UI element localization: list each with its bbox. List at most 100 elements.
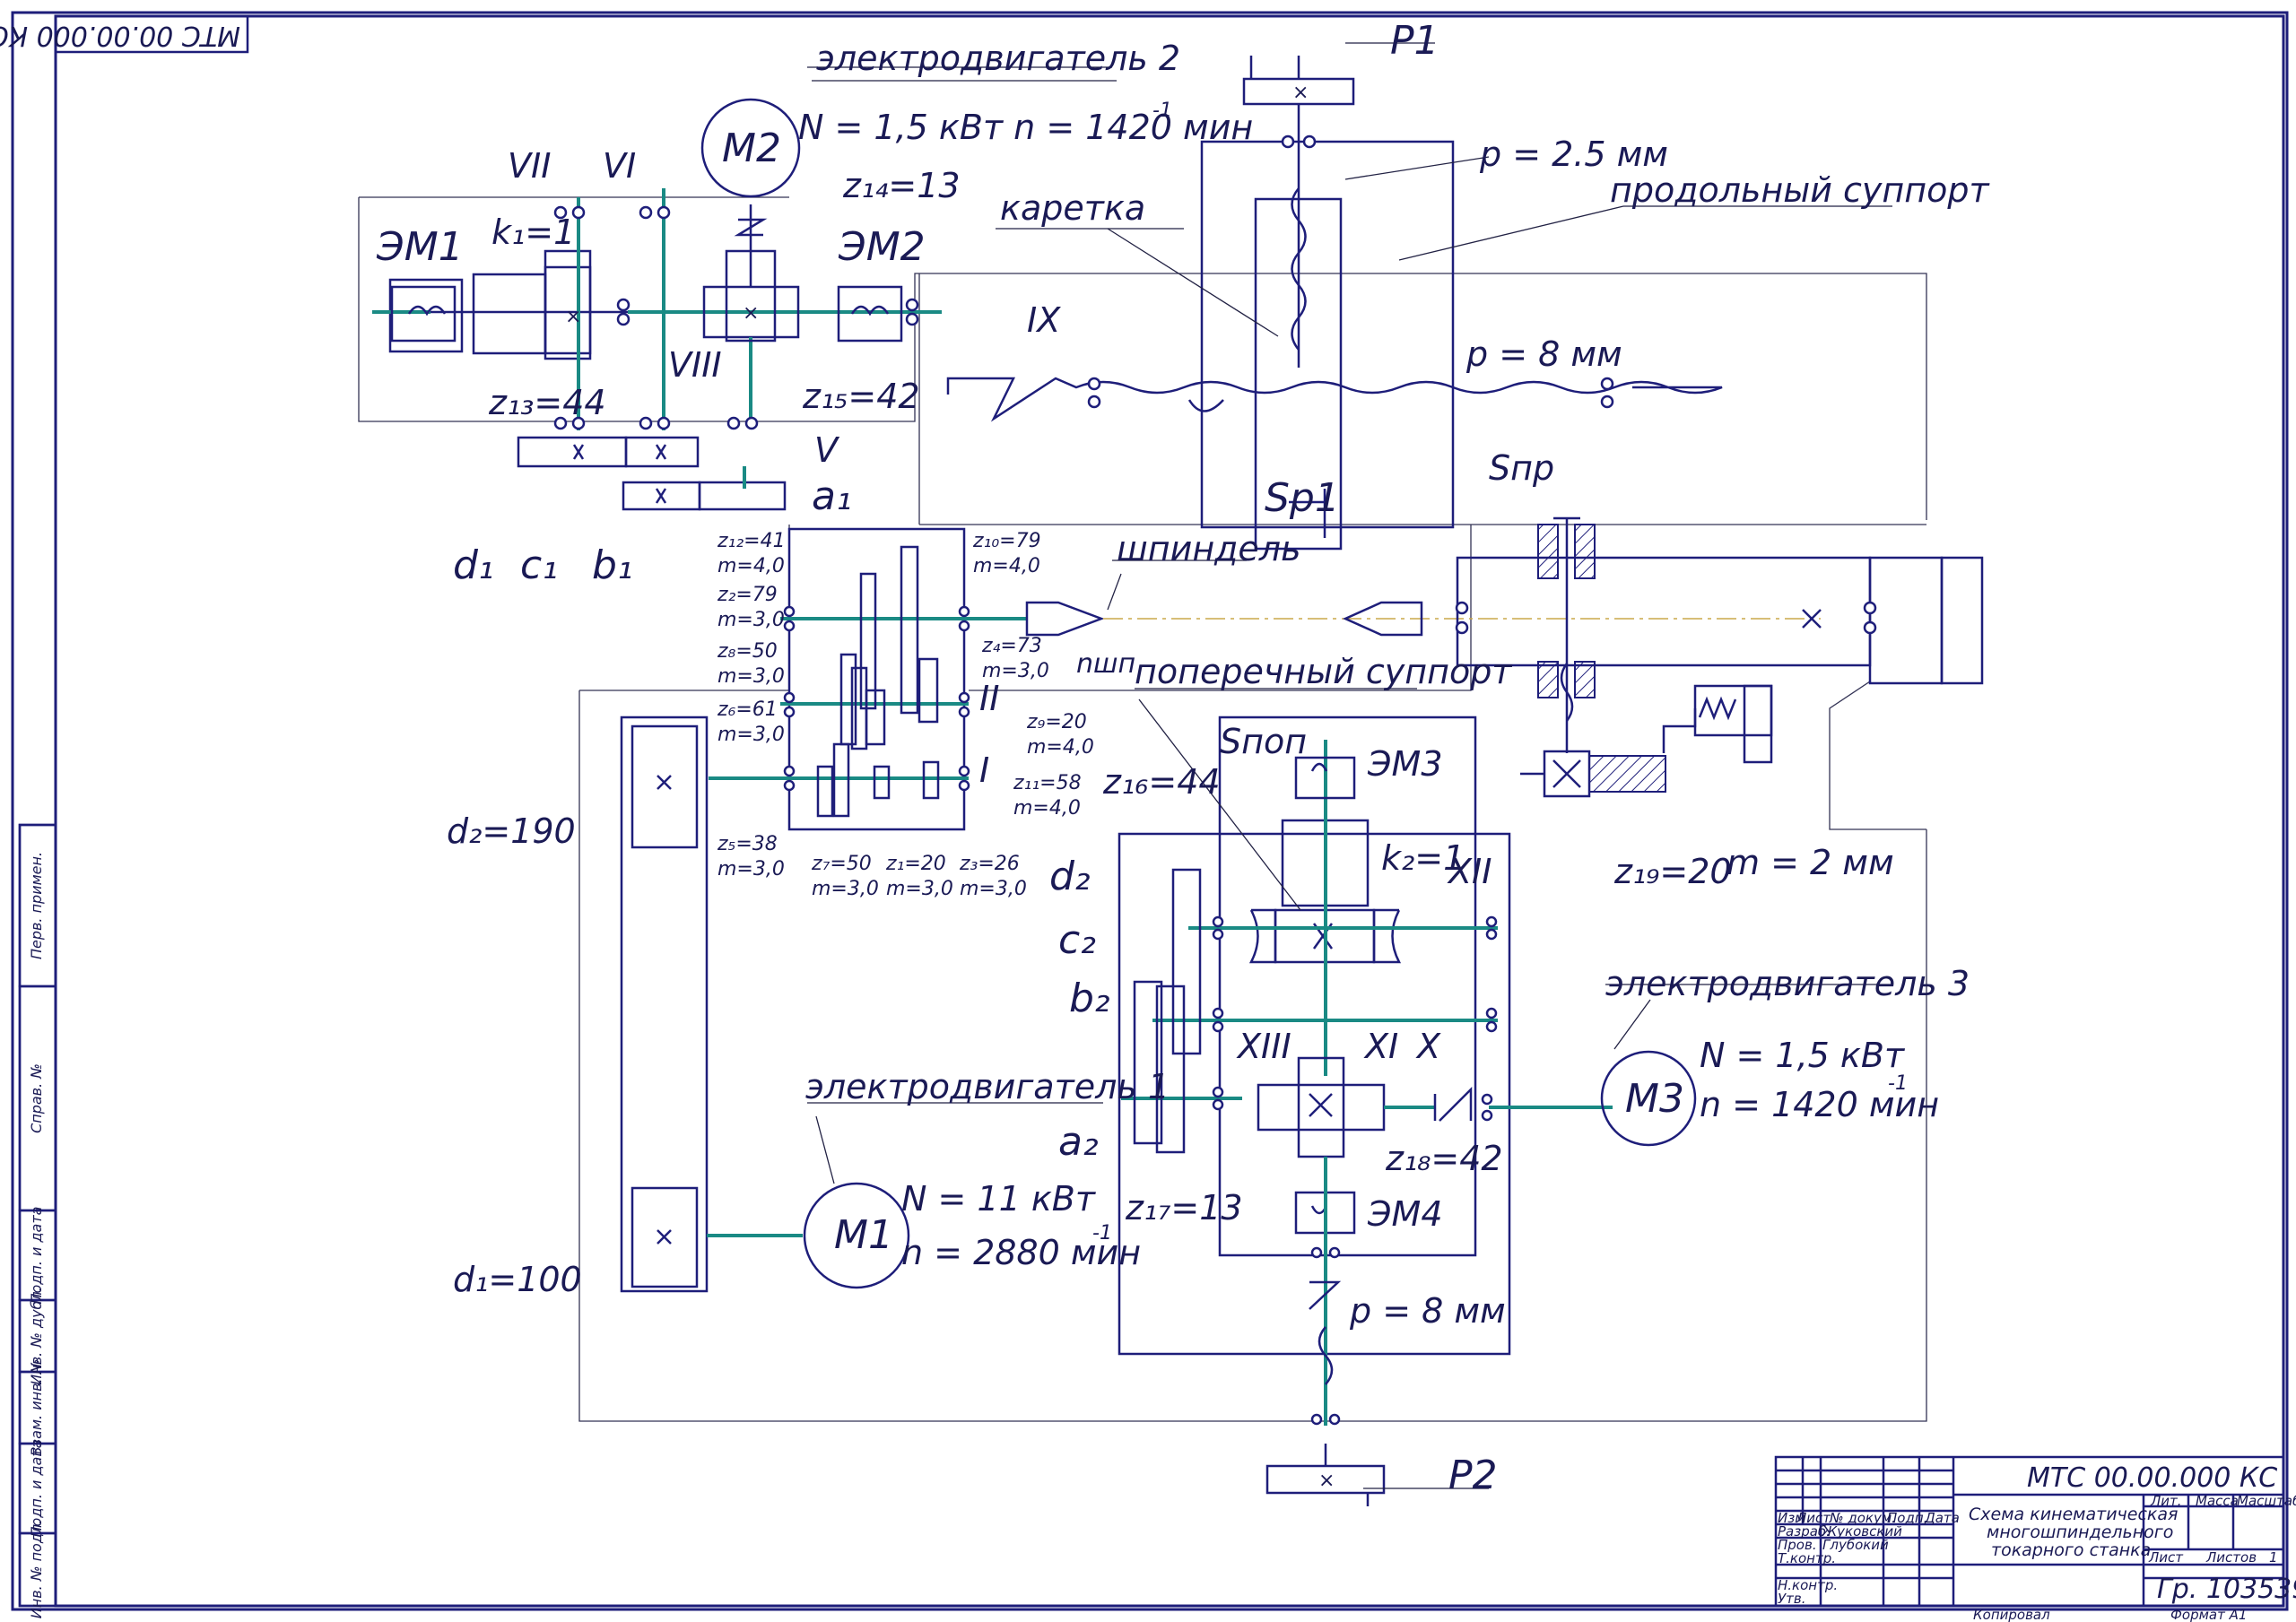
z18-label: z₁₈=42 [1385,1139,1503,1178]
cross-mark: × [1318,1470,1335,1492]
sp1-label: Sp1 [1265,475,1340,521]
lead-screw-top [946,377,1723,422]
motor2-exp: -1 [1152,100,1172,122]
gear-z6: z₆=61 [717,698,778,721]
gear-z10: z₁₀=79 [972,530,1041,552]
belt-drive: М1 [620,716,910,1293]
nsp-label: nшп [1076,648,1135,680]
gear-z8-module: m=3,0 [718,665,785,688]
k1-label: k₁=1 [491,213,575,252]
z15-label: z₁₅=42 [802,377,920,416]
em2-label: ЭМ2 [838,224,926,270]
gear-z6-module: m=3,0 [718,724,785,746]
motor1-title: электродвигатель 1 [805,1067,1170,1106]
d1-label: d₁ [453,542,494,588]
d1-100-label: d₁=100 [453,1260,582,1299]
gear-z4-module: m=3,0 [982,660,1049,682]
motor1-exp: -1 [1092,1222,1112,1245]
roman-11: XI [1363,1027,1398,1066]
module-2-label: m = 2 мм [1726,843,1894,882]
p1-label: Р1 [1390,18,1439,64]
roman-12: XII [1447,852,1492,891]
em4-label: ЭМ4 [1367,1194,1443,1234]
a1-label: a₁ [812,473,852,519]
roman-13: XIII [1236,1027,1292,1066]
carriage-label: каретка [1000,188,1145,228]
gear-z2: z₂=79 [717,584,778,606]
spop-label: Sпоп [1220,722,1307,761]
pitch-8-bottom-label: р = 8 мм [1349,1291,1506,1331]
b2-gear-label: b₂ [1069,976,1110,1021]
side-stamp: Перв. примен. Справ. № Подп. и дата Инв.… [18,823,57,1618]
tb-masshtab: Масштаб [2237,1493,2296,1509]
machine-body-outlines [358,196,1927,1422]
m2-label: М2 [722,126,781,171]
motor2-params: N = 1,5 кВт n = 1420 мин [798,108,1253,147]
motor3-power: N = 1,5 кВт [1700,1036,1906,1075]
z14-label: z₁₄=13 [842,166,961,205]
gear-z5-module: m=3,0 [718,858,785,880]
gear-z11-module: m=4,0 [1013,797,1081,820]
motor3-title: электродвигатель 3 [1605,964,1970,1003]
gear-z2-module: m=3,0 [718,609,785,631]
tb-lit: Лит. [2150,1493,2182,1509]
gear-z8: z₈=50 [717,640,778,663]
c1-label: c₁ [520,542,558,588]
z16-label: z₁₆=44 [1102,762,1221,802]
side-label-7: Инв. № подл. [28,1520,45,1618]
snp-label: Sпр [1489,448,1554,488]
tb-group: Гр. 103539 [2157,1574,2296,1605]
tb-format: Формат А1 [2170,1607,2247,1622]
roman-5: V [814,430,840,470]
cross-support-label: поперечный суппорт [1135,652,1513,691]
tb-kopiroval: Копировал [1973,1607,2050,1622]
c2-gear-label: c₂ [1058,917,1096,963]
tb-massa: Масса [2196,1493,2239,1509]
spindle-label: шпиндель [1117,529,1301,568]
pitch-25-label: р = 2.5 мм [1479,134,1668,174]
rotated-designation: МТС 00.00.000 КС [0,20,240,51]
title-block: МТС 00.00.000 КС Схема кинематическая мн… [1774,1455,2296,1622]
gear-z3-module: m=3,0 [960,878,1027,900]
z17-label: z₁₇=13 [1125,1188,1243,1227]
b1-label: b₁ [592,542,633,588]
gear-z7-module: m=3,0 [812,878,879,900]
gear-z5: z₅=38 [717,833,778,855]
gear-z7: z₇=50 [811,853,872,875]
side-label-1: Перв. примен. [28,852,45,959]
cross-mark: × [565,306,581,328]
gear-z9: z₉=20 [1026,711,1087,733]
cross-support: М3 × [1118,716,1697,1506]
tb-utv: Утв. [1778,1591,1806,1607]
gear-z1: z₁=20 [885,853,946,875]
em3-label: ЭМ3 [1367,744,1443,784]
gear-z12-module: m=4,0 [718,555,785,577]
cross-mark: × [1292,82,1309,104]
diagram-labels: электродвигатель 2 N = 1,5 кВт n = 1420 … [376,18,1990,1498]
roman-10: X [1415,1027,1441,1066]
motor3-exp: -1 [1888,1072,1908,1095]
roman-1: I [979,750,989,790]
cross-mark: × [743,302,759,325]
d2-190-label: d₂=190 [447,811,576,851]
gear-z3: z₃=26 [959,853,1020,875]
motor2-title: электродвигатель 2 [816,39,1180,78]
sheet-border [11,11,2289,1611]
a2-gear-label: a₂ [1058,1119,1099,1165]
tb-sheets: Листов [2205,1549,2257,1566]
long-support-label: продольный суппорт [1610,170,1990,210]
title-name-line2: многошпиндельного [1987,1522,2173,1542]
title-name-line1: Схема кинематическая [1969,1505,2178,1524]
roman-9: IX [1027,300,1061,340]
title-doc-number: МТС 00.00.000 КС [2027,1462,2277,1494]
roman-2: II [979,679,999,718]
gear-z12: z₁₂=41 [717,530,786,552]
gear-z10-module: m=4,0 [973,555,1040,577]
tb-sheets-value: 1 [2269,1549,2278,1566]
top-left-stamp: МТС 00.00.000 КС [0,14,249,54]
motor1-power: N = 11 кВт [901,1179,1097,1219]
tb-sheet: Лист [2148,1549,2184,1566]
d2-gear-label: d₂ [1049,854,1091,899]
roman-7: VII [508,146,551,186]
roman-6: VI [603,146,636,186]
